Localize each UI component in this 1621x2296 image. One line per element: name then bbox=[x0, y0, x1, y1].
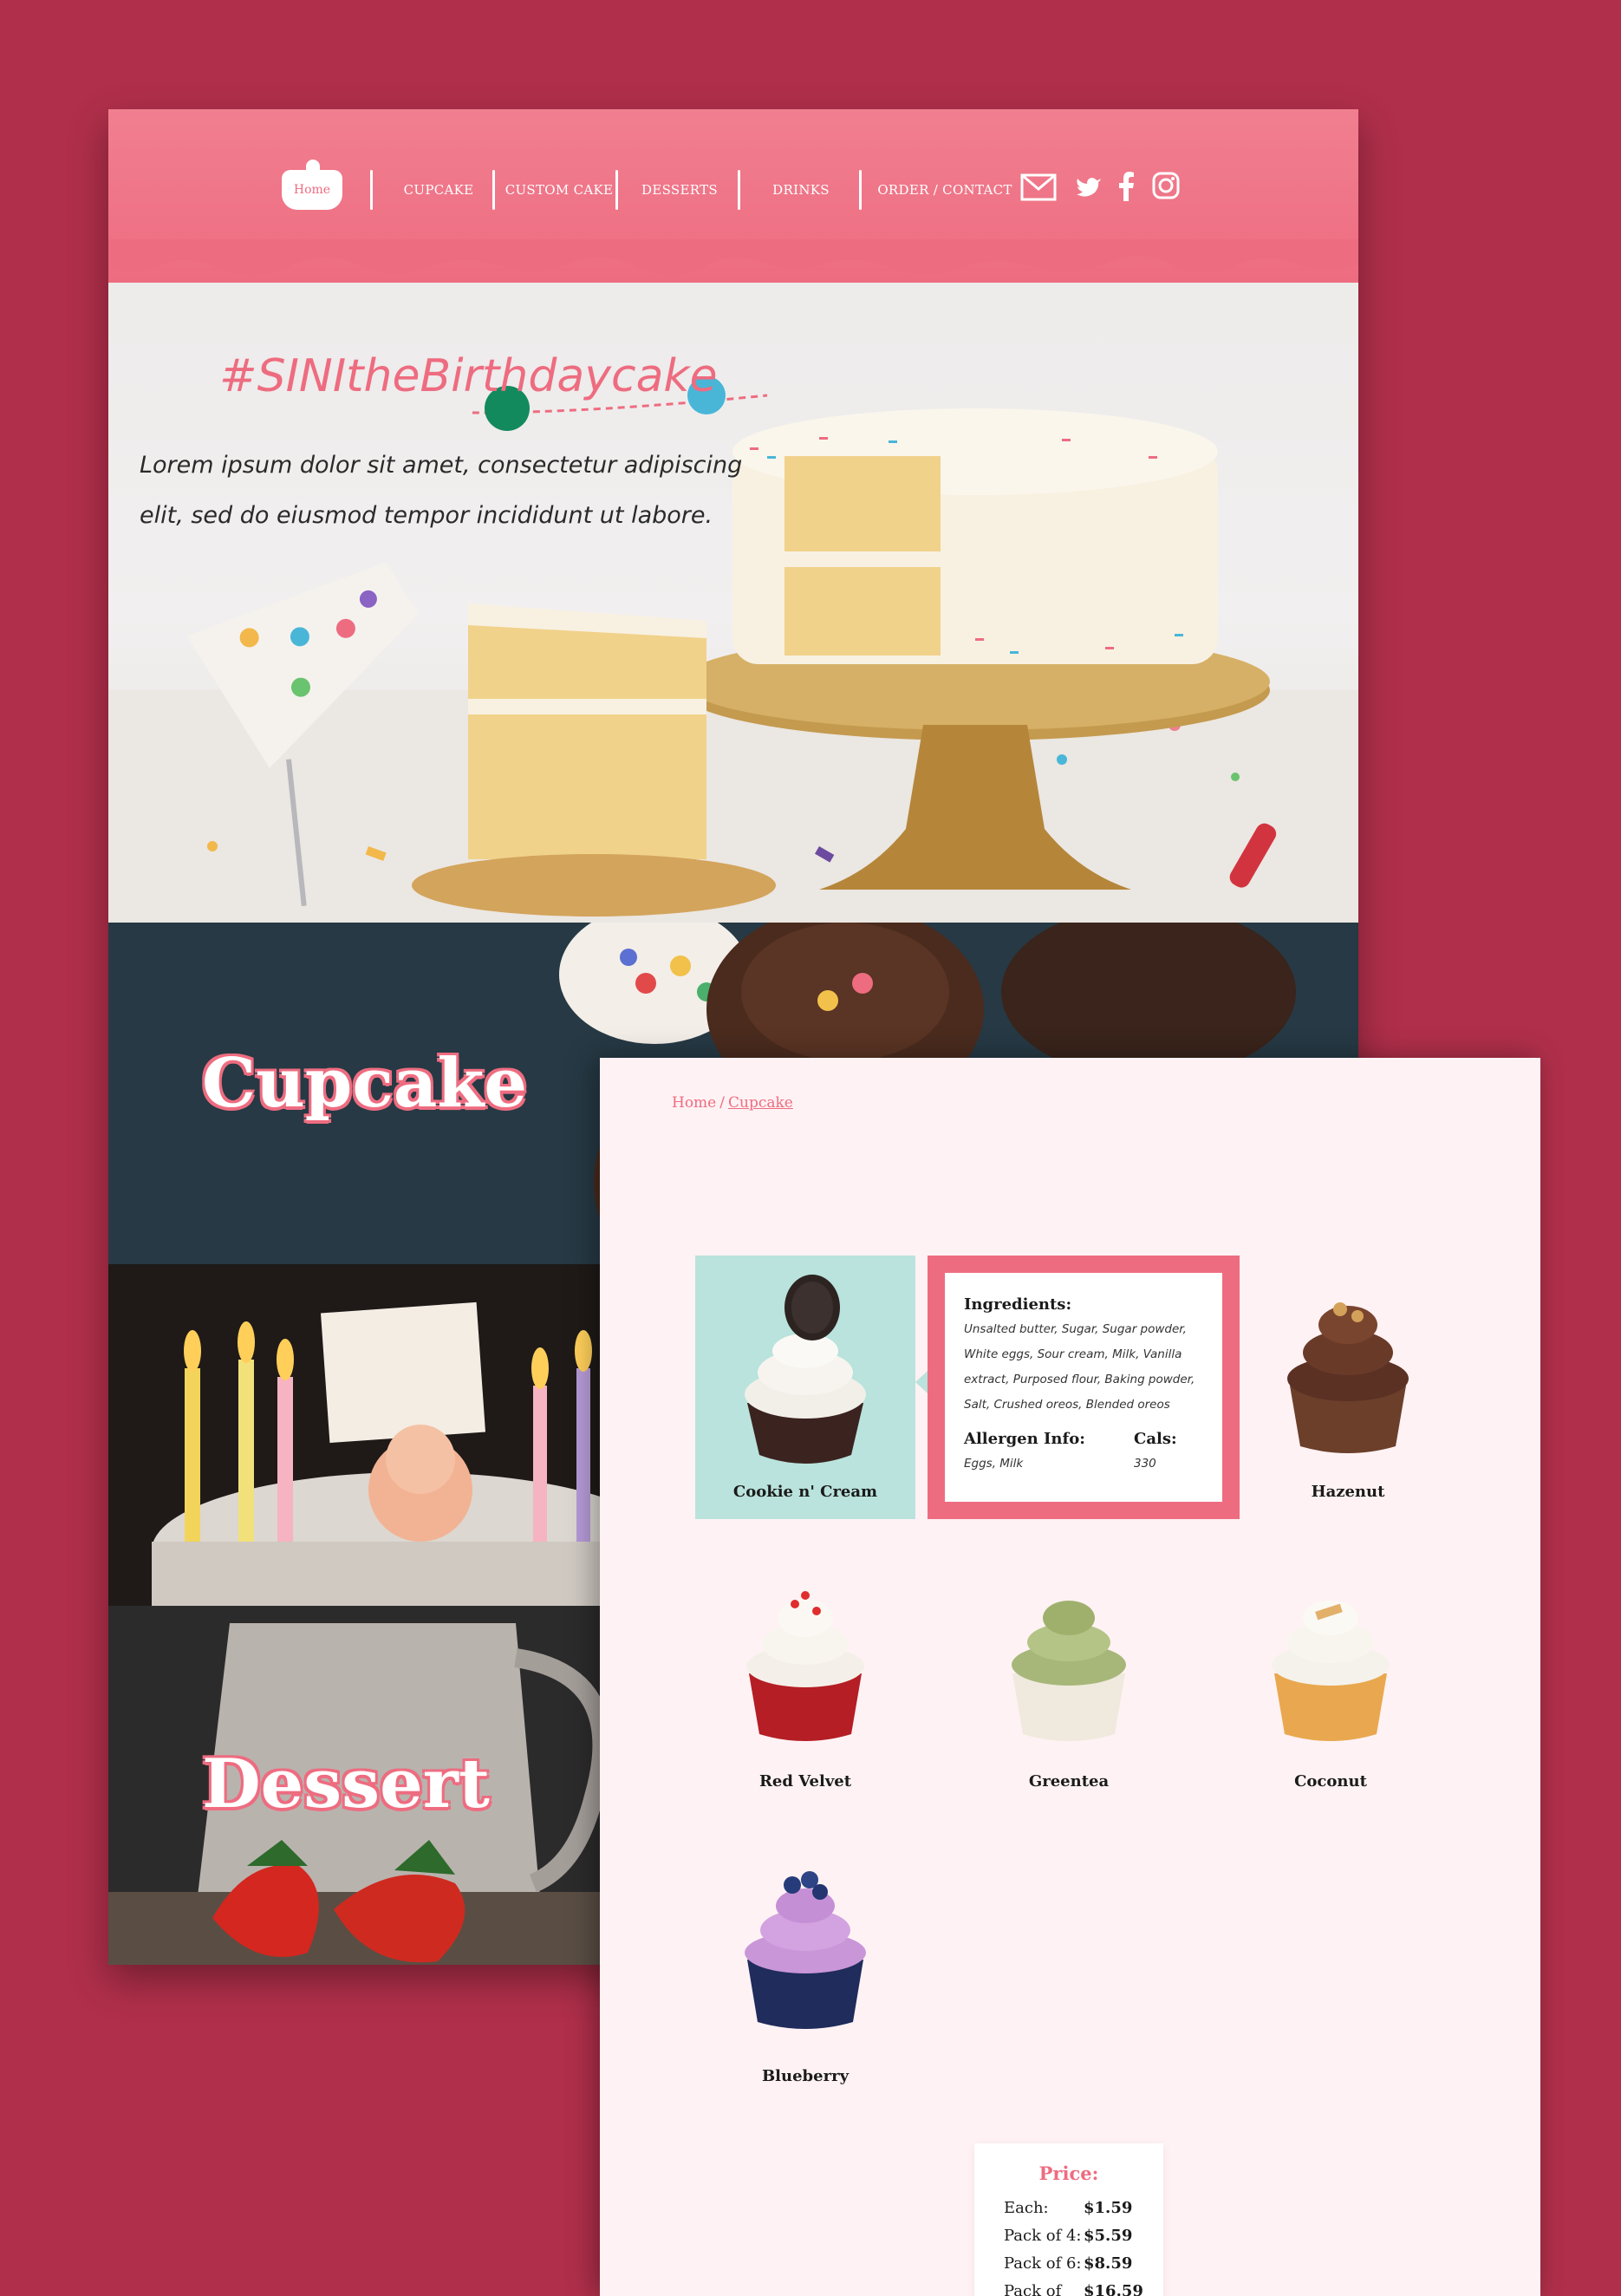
cals-label: Cals: bbox=[1134, 1430, 1177, 1448]
main-nav: Home Cupcake Custom Cake Desserts Drinks… bbox=[108, 160, 1358, 220]
category-cupcake-title: Cupcake bbox=[202, 1044, 528, 1123]
product-detail-panel: Ingredients: Unsalted butter, Sugar, Sug… bbox=[928, 1256, 1240, 1519]
hazelnut-cupcake-image bbox=[1287, 1302, 1409, 1453]
price-row-value: $1.59 bbox=[1084, 2199, 1133, 2217]
price-row-value: $8.59 bbox=[1084, 2254, 1133, 2273]
product-card[interactable]: Coconut bbox=[1221, 1561, 1441, 1812]
allergen-text: Eggs, Milk bbox=[964, 1457, 1024, 1471]
hero-banner: #SINItheBirthdaycake Lorem ipsum dolor s… bbox=[108, 239, 1358, 923]
price-row-value: $16.59 bbox=[1084, 2282, 1143, 2296]
coconut-cupcake-image bbox=[1272, 1601, 1390, 1741]
product-name: Blueberry bbox=[761, 2067, 850, 2085]
price-row: Pack of 12: $16.59 bbox=[1004, 2282, 1151, 2296]
price-row: Pack of 6: $8.59 bbox=[1004, 2254, 1151, 2273]
cupcake-listing-page: Home / Cupcake Cookie n' Cream Ingredients… bbox=[600, 1058, 1540, 2296]
red-velvet-cupcake-image bbox=[746, 1591, 864, 1741]
product-card[interactable]: Blueberry bbox=[695, 1849, 915, 2100]
product-card[interactable]: Greentea bbox=[959, 1561, 1179, 1812]
cals-text: 330 bbox=[1134, 1457, 1156, 1471]
product-card-selected[interactable]: Cookie n' Cream bbox=[695, 1256, 915, 1519]
breadcrumb-current[interactable]: Cupcake bbox=[728, 1094, 793, 1112]
product-name: Greentea bbox=[1028, 1772, 1110, 1790]
nav-divider bbox=[370, 170, 373, 210]
nav-divider bbox=[615, 170, 618, 210]
product-name: Coconut bbox=[1294, 1772, 1367, 1790]
breadcrumb-separator: / bbox=[719, 1094, 725, 1112]
nav-custom-cake[interactable]: Custom Cake bbox=[503, 160, 615, 220]
allergen-label: Allergen Info: bbox=[964, 1430, 1085, 1448]
price-row-label: Pack of 12: bbox=[1004, 2282, 1062, 2296]
nav-cupcake[interactable]: Cupcake bbox=[387, 160, 490, 220]
price-row-value: $5.59 bbox=[1084, 2227, 1133, 2245]
nav-divider bbox=[492, 170, 495, 210]
hero-hashtag: #SINItheBirthdaycake bbox=[219, 350, 718, 402]
breadcrumb: Home / Cupcake bbox=[672, 1094, 793, 1112]
price-title: Price: bbox=[1038, 2162, 1099, 2184]
nav-home[interactable]: Home bbox=[282, 160, 342, 210]
hero-cake-illustration bbox=[108, 376, 1358, 923]
price-row-label: Pack of 6: bbox=[1004, 2254, 1082, 2273]
nav-order-contact[interactable]: Order / Contact bbox=[876, 160, 1014, 220]
twitter-icon[interactable] bbox=[1076, 176, 1102, 199]
nav-drinks[interactable]: Drinks bbox=[750, 160, 852, 220]
frosting-drip bbox=[108, 239, 1358, 276]
mail-icon[interactable] bbox=[1020, 173, 1057, 201]
nav-divider bbox=[859, 170, 862, 210]
product-name: Red Velvet bbox=[758, 1772, 852, 1790]
ingredients-label: Ingredients: bbox=[964, 1295, 1072, 1314]
price-panel: Price: Each: $1.59 Pack of 4: $5.59 Pack… bbox=[974, 2143, 1163, 2296]
blueberry-cupcake-image bbox=[745, 1871, 866, 2029]
product-card[interactable]: Red Velvet bbox=[695, 1561, 915, 1812]
product-name: Cookie n' Cream bbox=[732, 1483, 878, 1501]
ingredients-text: Unsalted butter, Sugar, Sugar powder, Wh… bbox=[964, 1322, 1195, 1412]
breadcrumb-home[interactable]: Home bbox=[672, 1094, 716, 1112]
price-row: Pack of 4: $5.59 bbox=[1004, 2227, 1151, 2245]
nav-desserts[interactable]: Desserts bbox=[628, 160, 731, 220]
category-dessert-title: Dessert bbox=[202, 1745, 490, 1823]
product-name: Hazenut bbox=[1311, 1483, 1385, 1501]
price-row-label: Each: bbox=[1004, 2199, 1049, 2217]
nav-divider bbox=[738, 170, 740, 210]
product-card[interactable]: Hazenut bbox=[1238, 1256, 1458, 1519]
greentea-cupcake-image bbox=[1012, 1601, 1126, 1741]
instagram-icon[interactable] bbox=[1152, 172, 1180, 199]
cookie-n-cream-cupcake-image bbox=[745, 1275, 866, 1464]
price-row: Each: $1.59 bbox=[1004, 2199, 1151, 2217]
hero-description: Lorem ipsum dolor sit amet, consectetur … bbox=[140, 452, 743, 529]
facebook-icon[interactable] bbox=[1119, 172, 1135, 201]
price-row-label: Pack of 4: bbox=[1004, 2227, 1082, 2245]
